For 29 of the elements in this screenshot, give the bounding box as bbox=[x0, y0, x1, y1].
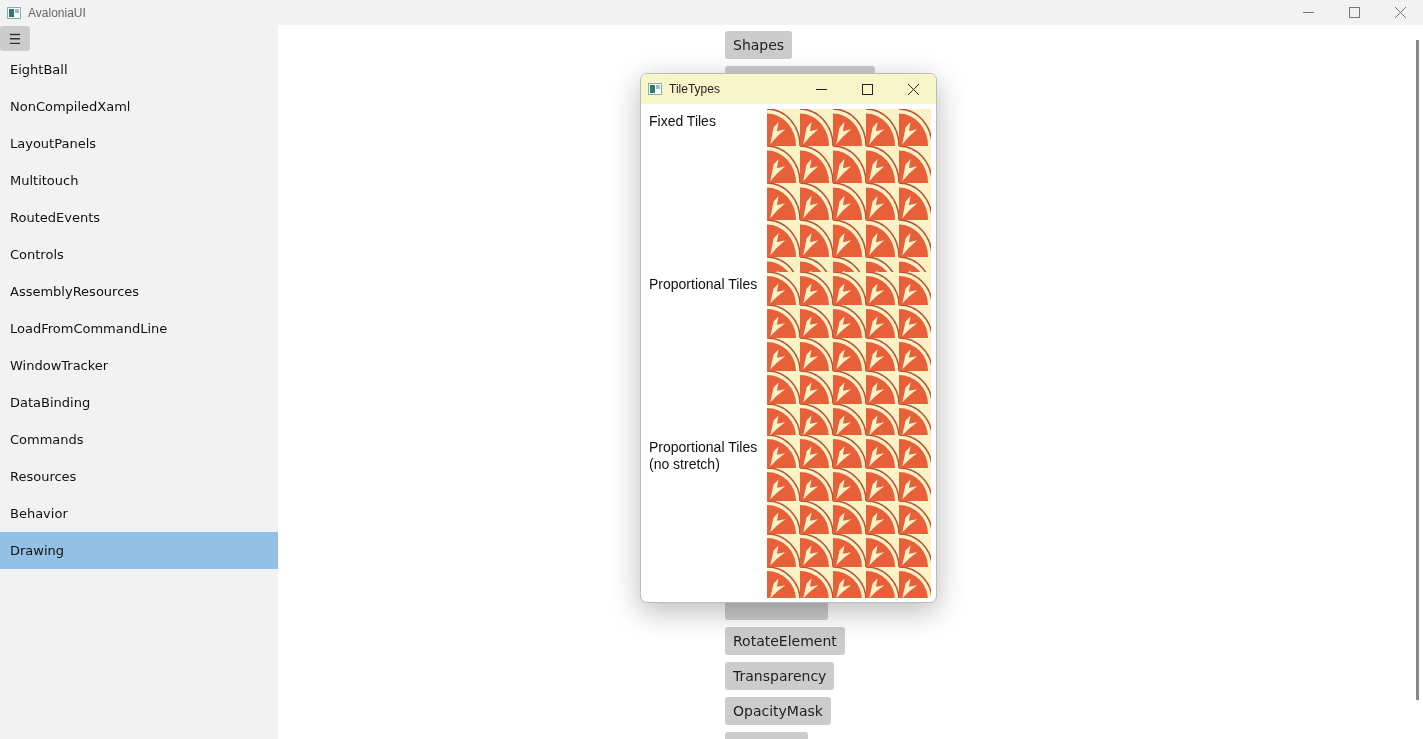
dialog-title: TileTypes bbox=[669, 82, 721, 96]
section-label: Proportional Tiles (no stretch) bbox=[648, 438, 759, 474]
sidebar-item[interactable]: Drawing bbox=[0, 532, 278, 569]
sidebar-item[interactable]: DataBinding bbox=[0, 384, 278, 421]
window-title: AvaloniaUI bbox=[28, 5, 87, 20]
sample-button[interactable]: Transparency bbox=[725, 662, 835, 690]
sidebar-item[interactable]: Resources bbox=[0, 458, 278, 495]
sidebar-item[interactable]: Controls bbox=[0, 236, 278, 273]
maximize-icon[interactable] bbox=[861, 83, 873, 95]
window-icon bbox=[648, 83, 662, 95]
sidebar-item[interactable]: Multitouch bbox=[0, 162, 278, 199]
section-label: Fixed Tiles bbox=[648, 112, 717, 131]
sidebar-item[interactable]: Behavior bbox=[0, 495, 278, 532]
close-icon[interactable] bbox=[907, 83, 919, 95]
sidebar-item[interactable]: AssemblyResources bbox=[0, 273, 278, 310]
sidebar-item[interactable]: RoutedEvents bbox=[0, 199, 278, 236]
sample-button[interactable]: Shapes bbox=[725, 31, 793, 59]
sidebar-item[interactable]: EightBall bbox=[0, 51, 278, 88]
app-icon bbox=[7, 6, 21, 19]
menu-button[interactable]: ☰ bbox=[0, 26, 30, 51]
sidebar-item[interactable]: LayoutPanels bbox=[0, 125, 278, 162]
scrollbar[interactable] bbox=[1416, 40, 1419, 700]
sidebar-item[interactable]: Commands bbox=[0, 421, 278, 458]
section-label: Proportional Tiles bbox=[648, 275, 759, 294]
sidebar-item[interactable]: LoadFromCommandLine bbox=[0, 310, 278, 347]
sample-button[interactable]: RotateElement bbox=[725, 627, 845, 655]
sidebar-item[interactable]: NonCompiledXaml bbox=[0, 88, 278, 125]
sidebar-item[interactable]: WindowTracker bbox=[0, 347, 278, 384]
sample-button[interactable]: OpacityMask bbox=[725, 697, 831, 725]
